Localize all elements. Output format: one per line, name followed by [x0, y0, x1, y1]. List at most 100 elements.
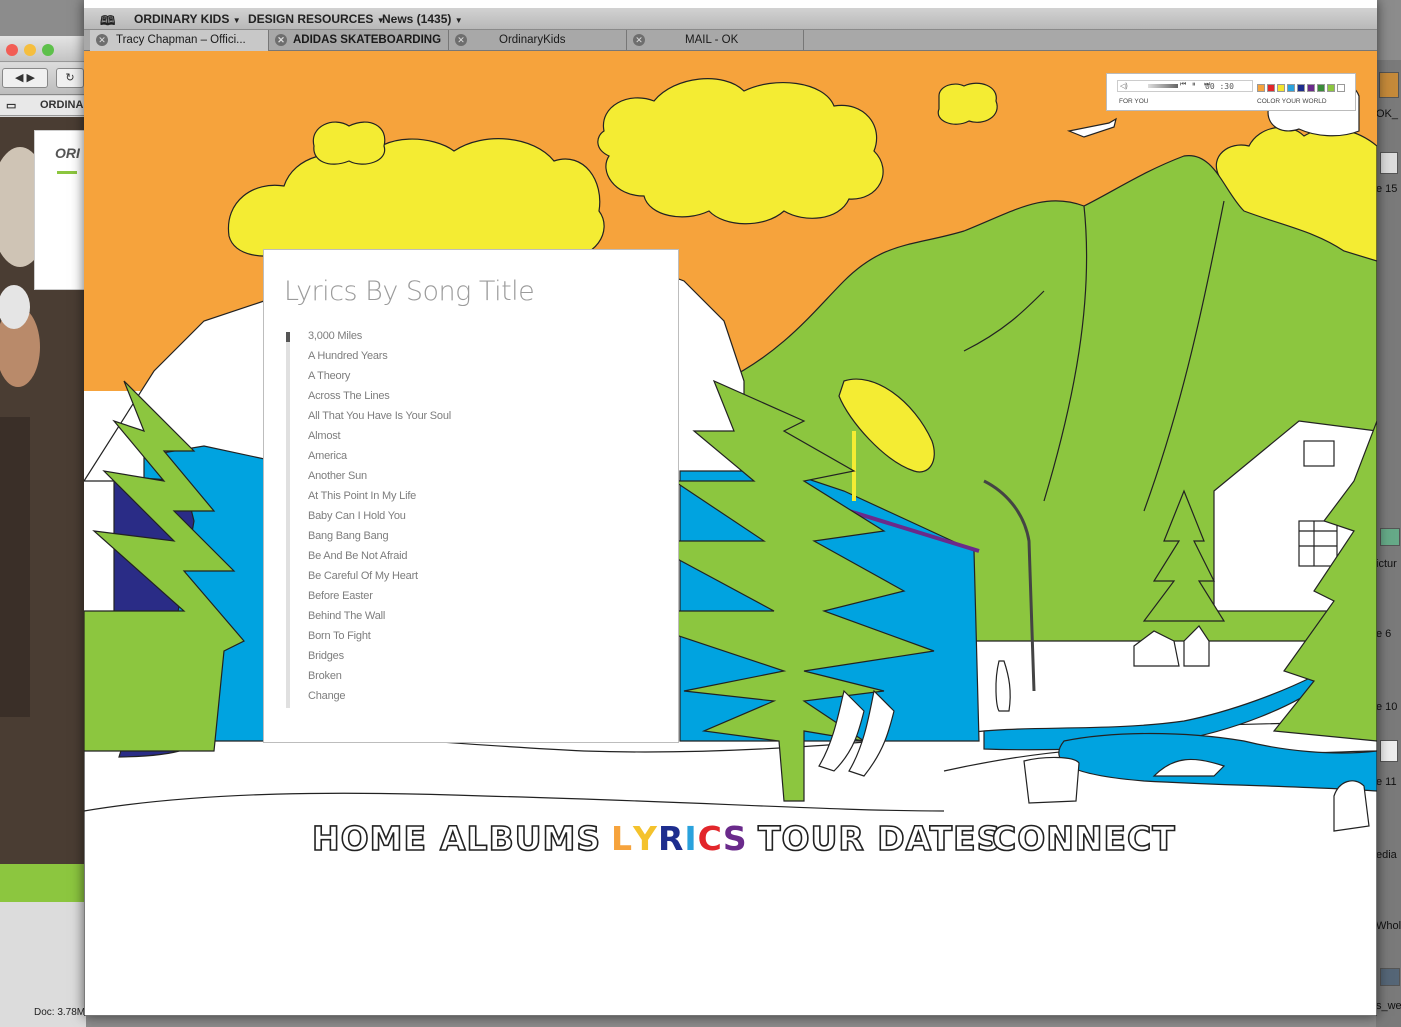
- standing-person: [995, 660, 1011, 712]
- nav-lyrics[interactable]: LYRICS: [611, 819, 748, 858]
- bookmarks-book-icon[interactable]: ▭: [6, 99, 16, 112]
- color-swatch-darkgreen[interactable]: [1317, 84, 1325, 92]
- background-bookmark-item[interactable]: ORDINA: [40, 99, 83, 111]
- nav-lyrics-letter: R: [657, 819, 685, 858]
- color-swatch-blue[interactable]: [1287, 84, 1295, 92]
- house-window: [1303, 440, 1335, 467]
- main-browser-window[interactable]: 🕮 ORDINARY KIDS ▼ DESIGN RESOURCES ▼ New…: [84, 0, 1377, 1016]
- song-link[interactable]: A Theory: [308, 370, 451, 390]
- picture-icon[interactable]: [1380, 528, 1400, 546]
- song-link[interactable]: Broken: [308, 670, 451, 690]
- song-link[interactable]: Before Easter: [308, 590, 451, 610]
- nav-lyrics-letter: I: [684, 819, 698, 858]
- song-link[interactable]: Change: [308, 690, 451, 710]
- zoom-button[interactable]: [42, 44, 54, 56]
- main-navigation: HOME ALBUMS LYRICS TOUR DATES CONNECT: [84, 818, 1377, 869]
- song-link[interactable]: America: [308, 450, 451, 470]
- close-button[interactable]: [6, 44, 18, 56]
- nav-tour-dates[interactable]: TOUR DATES: [757, 818, 1001, 859]
- song-link[interactable]: Another Sun: [308, 470, 451, 490]
- volume-icon[interactable]: ◁): [1120, 82, 1128, 90]
- close-tab-icon[interactable]: ✕: [455, 34, 467, 46]
- close-tab-icon[interactable]: ✕: [96, 34, 108, 46]
- nav-albums[interactable]: ALBUMS: [439, 818, 601, 859]
- desktop-label[interactable]: s_we: [1376, 1000, 1401, 1012]
- color-swatch-white[interactable]: [1337, 84, 1345, 92]
- file-icon[interactable]: [1380, 968, 1400, 986]
- color-swatch-orange[interactable]: [1257, 84, 1265, 92]
- desktop-label[interactable]: edia: [1376, 849, 1397, 861]
- bookmark-label: DESIGN RESOURCES: [248, 12, 374, 26]
- song-link[interactable]: Be Careful Of My Heart: [308, 570, 451, 590]
- music-player: ◁) ⏮ ⏸ ⏭ 00 :30 FOR YOU COLOR YOUR WORLD: [1106, 73, 1356, 111]
- bookmark-news[interactable]: News (1435) ▼: [382, 12, 463, 26]
- song-list: 3,000 Miles A Hundred Years A Theory Across…: [308, 330, 451, 710]
- lyrics-panel: Lyrics By Song Title 3,000 Miles A Hundre…: [263, 249, 679, 743]
- desktop-label[interactable]: OK_: [1376, 108, 1398, 120]
- tab-ordinarykids[interactable]: ✕ OrdinaryKids: [449, 30, 627, 51]
- back-forward-buttons[interactable]: ◀ ▶: [2, 68, 48, 88]
- nav-connect[interactable]: CONNECT: [991, 818, 1176, 859]
- background-browser-window[interactable]: ◀ ▶ ↻ ▭ ORDINA ORI: [0, 36, 86, 1027]
- song-link[interactable]: A Hundred Years: [308, 350, 451, 370]
- desktop-label[interactable]: e 15: [1376, 183, 1397, 195]
- tab-mail-ok[interactable]: ✕ MAIL - OK: [627, 30, 804, 51]
- tab-adidas-skateboarding[interactable]: ✕ ADIDAS SKATEBOARDING: [269, 30, 449, 51]
- song-link[interactable]: 3,000 Miles: [308, 330, 451, 350]
- color-swatch-red[interactable]: [1267, 84, 1275, 92]
- song-link[interactable]: Bang Bang Bang: [308, 530, 451, 550]
- color-swatch-purple[interactable]: [1307, 84, 1315, 92]
- song-link[interactable]: All That You Have Is Your Soul: [308, 410, 451, 430]
- desktop-label[interactable]: Whol: [1376, 920, 1401, 932]
- nav-lyrics-letter: S: [722, 819, 748, 858]
- desktop-label[interactable]: e 11: [1376, 776, 1397, 788]
- close-tab-icon[interactable]: ✕: [633, 34, 645, 46]
- nav-home[interactable]: HOME: [311, 818, 427, 859]
- color-swatch-navy[interactable]: [1297, 84, 1305, 92]
- song-link[interactable]: Behind The Wall: [308, 610, 451, 630]
- scrollbar-track[interactable]: [286, 332, 290, 708]
- song-link[interactable]: Born To Fight: [308, 630, 451, 650]
- color-picker-label: COLOR YOUR WORLD: [1257, 98, 1327, 105]
- file-icon[interactable]: [1380, 740, 1398, 762]
- tab-tracy-chapman[interactable]: ✕ Tracy Chapman – Offici...: [90, 30, 269, 51]
- card-logo: ORI: [55, 145, 80, 161]
- background-green-bar: [0, 864, 86, 902]
- player-time: 00 :30: [1205, 82, 1234, 91]
- song-link[interactable]: Be And Be Not Afraid: [308, 550, 451, 570]
- bookmarks-bar: 🕮 ORDINARY KIDS ▼ DESIGN RESOURCES ▼ New…: [84, 8, 1377, 30]
- tab-label: MAIL - OK: [685, 34, 739, 46]
- song-link[interactable]: Across The Lines: [308, 390, 451, 410]
- background-window-titlebar[interactable]: [0, 36, 86, 62]
- desktop-label[interactable]: e 6: [1376, 628, 1391, 640]
- color-swatch-yellow[interactable]: [1277, 84, 1285, 92]
- website-page: ◁) ⏮ ⏸ ⏭ 00 :30 FOR YOU COLOR YOUR WORLD: [84, 51, 1377, 1016]
- desktop-label[interactable]: e 10: [1376, 701, 1397, 713]
- file-icon[interactable]: [1380, 152, 1398, 174]
- card-accent: [57, 171, 77, 174]
- cloud: [937, 82, 998, 125]
- song-link[interactable]: Almost: [308, 430, 451, 450]
- bookmark-ordinary-kids[interactable]: ORDINARY KIDS ▼: [134, 12, 241, 26]
- scrollbar-thumb[interactable]: [286, 332, 290, 342]
- reload-icon[interactable]: ↻: [56, 68, 84, 88]
- background-bookmarks-bar: ▭ ORDINA: [0, 96, 86, 116]
- player-label: FOR YOU: [1119, 98, 1149, 105]
- close-tab-icon[interactable]: ✕: [275, 34, 287, 46]
- tree-stump: [1023, 756, 1080, 804]
- previous-icon[interactable]: ⏮: [1180, 81, 1186, 89]
- minimize-button[interactable]: [24, 44, 36, 56]
- song-link[interactable]: Baby Can I Hold You: [308, 510, 451, 530]
- bookmark-design-resources[interactable]: DESIGN RESOURCES ▼: [248, 12, 385, 26]
- house-window: [1298, 520, 1338, 567]
- color-swatch-green[interactable]: [1327, 84, 1335, 92]
- song-link[interactable]: At This Point In My Life: [308, 490, 451, 510]
- song-link[interactable]: Bridges: [308, 650, 451, 670]
- pause-icon[interactable]: ⏸: [1192, 81, 1196, 89]
- desktop-label[interactable]: ictur: [1376, 558, 1397, 570]
- nav-lyrics-letter: Y: [633, 819, 658, 858]
- doc-status-text: Doc: 3.78M/: [34, 1007, 88, 1018]
- usb-drive-icon[interactable]: [1379, 72, 1399, 98]
- background-window-toolbar: ◀ ▶ ↻: [0, 63, 86, 95]
- volume-slider[interactable]: [1148, 84, 1178, 88]
